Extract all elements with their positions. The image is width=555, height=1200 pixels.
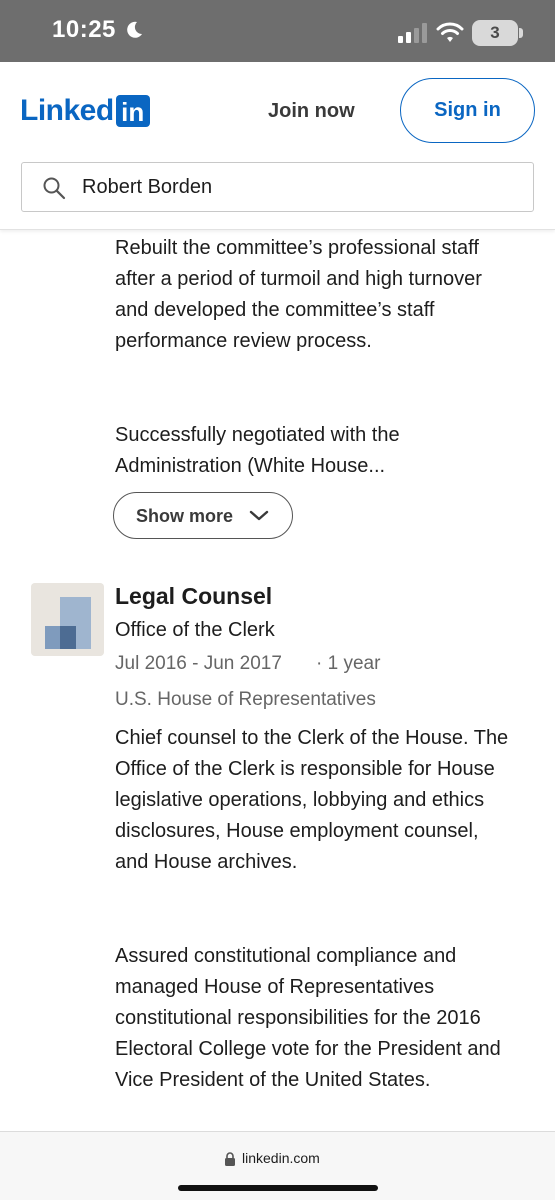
- search-icon: [43, 177, 66, 200]
- search-input[interactable]: Robert Borden: [21, 162, 534, 212]
- chevron-down-icon: [249, 510, 269, 521]
- logo-wordmark: Linked: [20, 94, 114, 127]
- cellular-signal-icon: [398, 23, 427, 43]
- moon-icon: [127, 21, 142, 38]
- linkedin-logo[interactable]: Linked in: [20, 95, 150, 129]
- company-logo[interactable]: [31, 583, 104, 656]
- join-now-link[interactable]: Join now: [268, 100, 355, 123]
- previous-job-description-continued: Successfully negotiated with the Adminis…: [115, 424, 400, 477]
- status-bar: 10:25 3: [0, 0, 555, 62]
- job-date-range: Jul 2016 - Jun 2017: [115, 653, 282, 674]
- lock-icon: [225, 1152, 235, 1166]
- battery-level: 3: [490, 23, 500, 42]
- job-description: Chief counsel to the Clerk of the House.…: [115, 727, 509, 873]
- logo-in-box: in: [115, 95, 150, 127]
- job-duration: · 1 year: [316, 653, 381, 674]
- battery-icon: 3: [472, 20, 524, 46]
- job-title: Legal Counsel: [115, 583, 273, 609]
- experience-section: Rebuilt the committee’s professional sta…: [0, 231, 555, 1131]
- status-time: 10:25: [52, 16, 116, 43]
- job-location: U.S. House of Representatives: [115, 689, 376, 710]
- home-indicator[interactable]: [178, 1185, 378, 1191]
- search-value: Robert Borden: [82, 176, 213, 198]
- site-header: Linked in Join now Sign in Robert Borden: [0, 62, 555, 230]
- show-more-label: Show more: [136, 506, 234, 526]
- job-description-continued: Assured constitutional compliance and ma…: [115, 945, 501, 1091]
- wifi-icon: [436, 22, 464, 42]
- sign-in-button[interactable]: Sign in: [400, 78, 535, 143]
- previous-job-description: Rebuilt the committee’s professional sta…: [115, 237, 482, 352]
- browser-url-bar[interactable]: linkedin.com: [0, 1131, 555, 1200]
- url-text: linkedin.com: [242, 1150, 320, 1166]
- company-name: Office of the Clerk: [115, 619, 275, 641]
- show-more-button[interactable]: Show more: [113, 492, 293, 539]
